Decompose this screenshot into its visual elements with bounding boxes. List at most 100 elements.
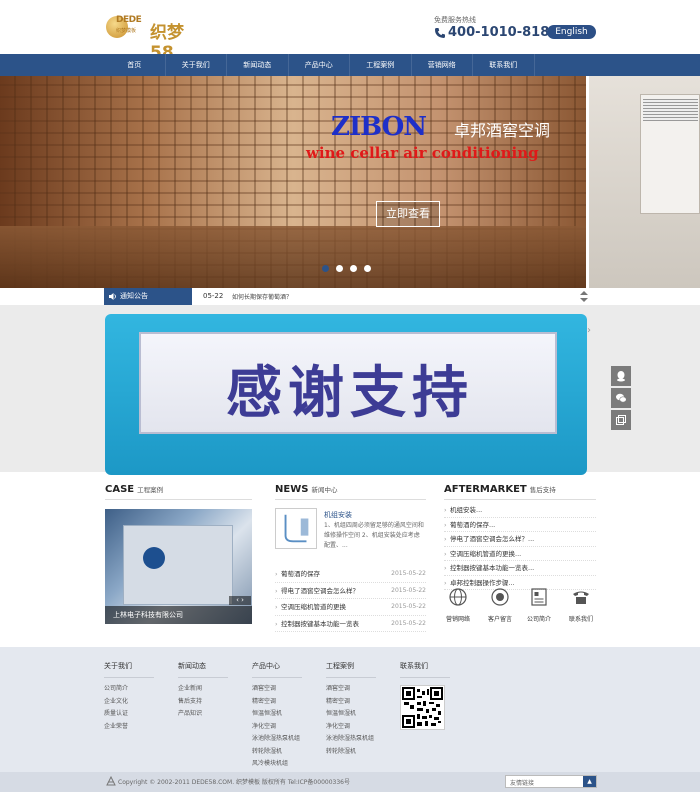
footer-link[interactable]: 公司简介	[104, 683, 132, 696]
friend-links-select[interactable]: 友情链接 ▲	[505, 775, 597, 788]
footer-link[interactable]: 酒窖空调	[326, 683, 374, 696]
aftermarket-item[interactable]: 空调压缩机管道的更换...	[444, 547, 596, 561]
footer-link[interactable]: 精密空调	[252, 696, 300, 709]
promo-next-arrow-icon[interactable]: ›	[587, 325, 591, 336]
footer-link[interactable]: 泳池除湿热泵机组	[252, 733, 300, 746]
banner-brand: ZIBON	[331, 112, 427, 142]
footer-column: 联系我们	[400, 661, 428, 683]
footer-link[interactable]: 恒温恒湿机	[252, 708, 300, 721]
footer-link[interactable]: 企业新闻	[178, 683, 206, 696]
footer-divider	[178, 677, 228, 678]
site-logo[interactable]: DEDE 织梦模板 织梦58	[106, 12, 192, 63]
aftermarket-item[interactable]: 机组安装...	[444, 503, 596, 518]
notice-scroll-arrows-icon[interactable]	[580, 291, 588, 302]
news-item[interactable]: 葡萄酒的保存 2015-05-22	[275, 566, 426, 583]
hotline-number: 400-1010-818	[448, 25, 550, 40]
qq-icon[interactable]	[611, 366, 631, 386]
divider	[444, 499, 596, 500]
news-item-title[interactable]: 空调压缩机管道的更换	[281, 603, 346, 611]
nav-item-0[interactable]: 首页	[104, 54, 166, 76]
footer-divider	[104, 677, 154, 678]
promo-text: 感谢支持	[226, 361, 474, 426]
footer-column-heading[interactable]: 新闻动态	[178, 661, 206, 671]
air-conditioner-unit-image	[640, 94, 700, 214]
nav-item-6[interactable]: 联系我们	[473, 54, 535, 76]
footer-link[interactable]: 净化空调	[326, 721, 374, 734]
footer-link[interactable]: 质量认证	[104, 708, 132, 721]
footer-link[interactable]: 转轮除湿机	[326, 746, 374, 759]
news-item-title[interactable]: 控制器按键基本功能一览表	[281, 620, 359, 628]
aftermarket-item[interactable]: 葡萄酒的保存...	[444, 518, 596, 532]
footer-link[interactable]: 净化空调	[252, 721, 300, 734]
qr-code	[400, 685, 445, 730]
news-heading: NEWS 新闻中心	[275, 484, 337, 495]
footer-column-heading[interactable]: 联系我们	[400, 661, 428, 671]
news-featured-title[interactable]: 机组安装	[324, 510, 352, 520]
nav-item-5[interactable]: 营销网络	[412, 54, 473, 76]
slide-dot[interactable]	[364, 265, 371, 272]
hotline-label: 免费服务热线	[434, 16, 476, 24]
footer-link[interactable]: 恒温恒湿机	[326, 708, 374, 721]
divider	[275, 499, 426, 500]
news-item[interactable]: 空调压缩机管道的更换 2015-05-22	[275, 599, 426, 616]
footer-column-heading[interactable]: 产品中心	[252, 661, 300, 671]
notice-link[interactable]: 如何长期保存葡萄酒？	[232, 292, 292, 301]
case-slider-nav[interactable]: ‹ ›	[229, 596, 251, 605]
footer-column: 新闻动态企业新闻 售后支持 产品知识	[178, 661, 206, 721]
wechat-icon[interactable]	[611, 388, 631, 408]
news-item-title[interactable]: 葡萄酒的保存	[281, 570, 320, 578]
slide-dot[interactable]	[350, 265, 357, 272]
news-thumbnail[interactable]	[275, 508, 317, 549]
footer-column-heading[interactable]: 关于我们	[104, 661, 132, 671]
back-to-top-icon[interactable]	[611, 410, 631, 430]
notice-date: 05-22	[203, 292, 224, 300]
aftermarket-item[interactable]: 停电了酒窖空调会怎么样？...	[444, 532, 596, 547]
aftermarket-item[interactable]: 控制器按键基本功能一览表...	[444, 561, 596, 576]
service-message[interactable]: 客户留言	[485, 588, 515, 623]
news-title: NEWS	[275, 484, 309, 495]
nav-item-4[interactable]: 工程案例	[350, 54, 412, 76]
footer-link[interactable]: 精密空调	[326, 696, 374, 709]
case-heading: CASE 工程案例	[105, 484, 163, 495]
service-label: 联系我们	[568, 616, 593, 623]
service-network[interactable]: 营销网络	[443, 588, 473, 623]
case-caption[interactable]: 上林电子科技有限公司	[113, 610, 183, 620]
friend-links-dropdown-button[interactable]: ▲	[583, 776, 596, 787]
news-item-date: 2015-05-22	[391, 570, 426, 577]
news-item-title[interactable]: 得电了酒窖空调会怎么样？	[281, 587, 359, 595]
banner-view-button[interactable]: 立即查看	[376, 201, 440, 227]
nav-item-2[interactable]: 新闻动态	[227, 54, 289, 76]
service-label: 客户留言	[487, 616, 512, 623]
friend-links-value: 友情链接	[510, 780, 535, 787]
notice-bar: 通知公告 05-22 如何长期保存葡萄酒？	[104, 288, 590, 305]
footer-column: 工程案例酒窖空调 精密空调 恒温恒湿机 净化空调 泳池除湿热泵机组 转轮除湿机	[326, 661, 374, 758]
footer-link[interactable]: 转轮除湿机	[252, 746, 300, 759]
logo-text: DEDE	[116, 15, 142, 25]
footer-link[interactable]: 企业荣誉	[104, 721, 132, 734]
service-label: 公司简介	[526, 616, 551, 623]
case-image[interactable]: ‹ › 上林电子科技有限公司	[105, 509, 252, 624]
footer-link[interactable]: 酒窖空调	[252, 683, 300, 696]
footer-link[interactable]: 企业文化	[104, 696, 132, 709]
footer-column-heading[interactable]: 工程案例	[326, 661, 374, 671]
company-logo-icon	[143, 547, 165, 569]
nav-item-1[interactable]: 关于我们	[166, 54, 227, 76]
footer-link[interactable]: 风冷模块机组	[252, 758, 300, 771]
footer-column: 关于我们公司简介 企业文化 质量认证 企业荣誉	[104, 661, 132, 733]
slide-dot[interactable]	[336, 265, 343, 272]
hero-banner[interactable]: ZIBON 卓邦酒窖空调 wine cellar air conditionin…	[0, 76, 700, 288]
footer-link[interactable]: 泳池除湿热泵机组	[326, 733, 374, 746]
case-title: CASE	[105, 484, 135, 495]
service-contact[interactable]: 联系我们	[566, 588, 596, 623]
news-item[interactable]: 得电了酒窖空调会怎么样？ 2015-05-22	[275, 583, 426, 599]
promo-image[interactable]: 感谢支持	[105, 314, 587, 475]
footer-link[interactable]: 产品知识	[178, 708, 206, 721]
news-item[interactable]: 控制器按键基本功能一览表 2015-05-22	[275, 616, 426, 632]
footer-link[interactable]: 售后支持	[178, 696, 206, 709]
slide-dot[interactable]	[322, 265, 329, 272]
english-button[interactable]: English	[547, 25, 596, 39]
nav-item-3[interactable]: 产品中心	[289, 54, 350, 76]
service-profile[interactable]: 公司简介	[524, 588, 554, 623]
globe-icon	[449, 588, 467, 606]
footer-divider	[252, 677, 302, 678]
